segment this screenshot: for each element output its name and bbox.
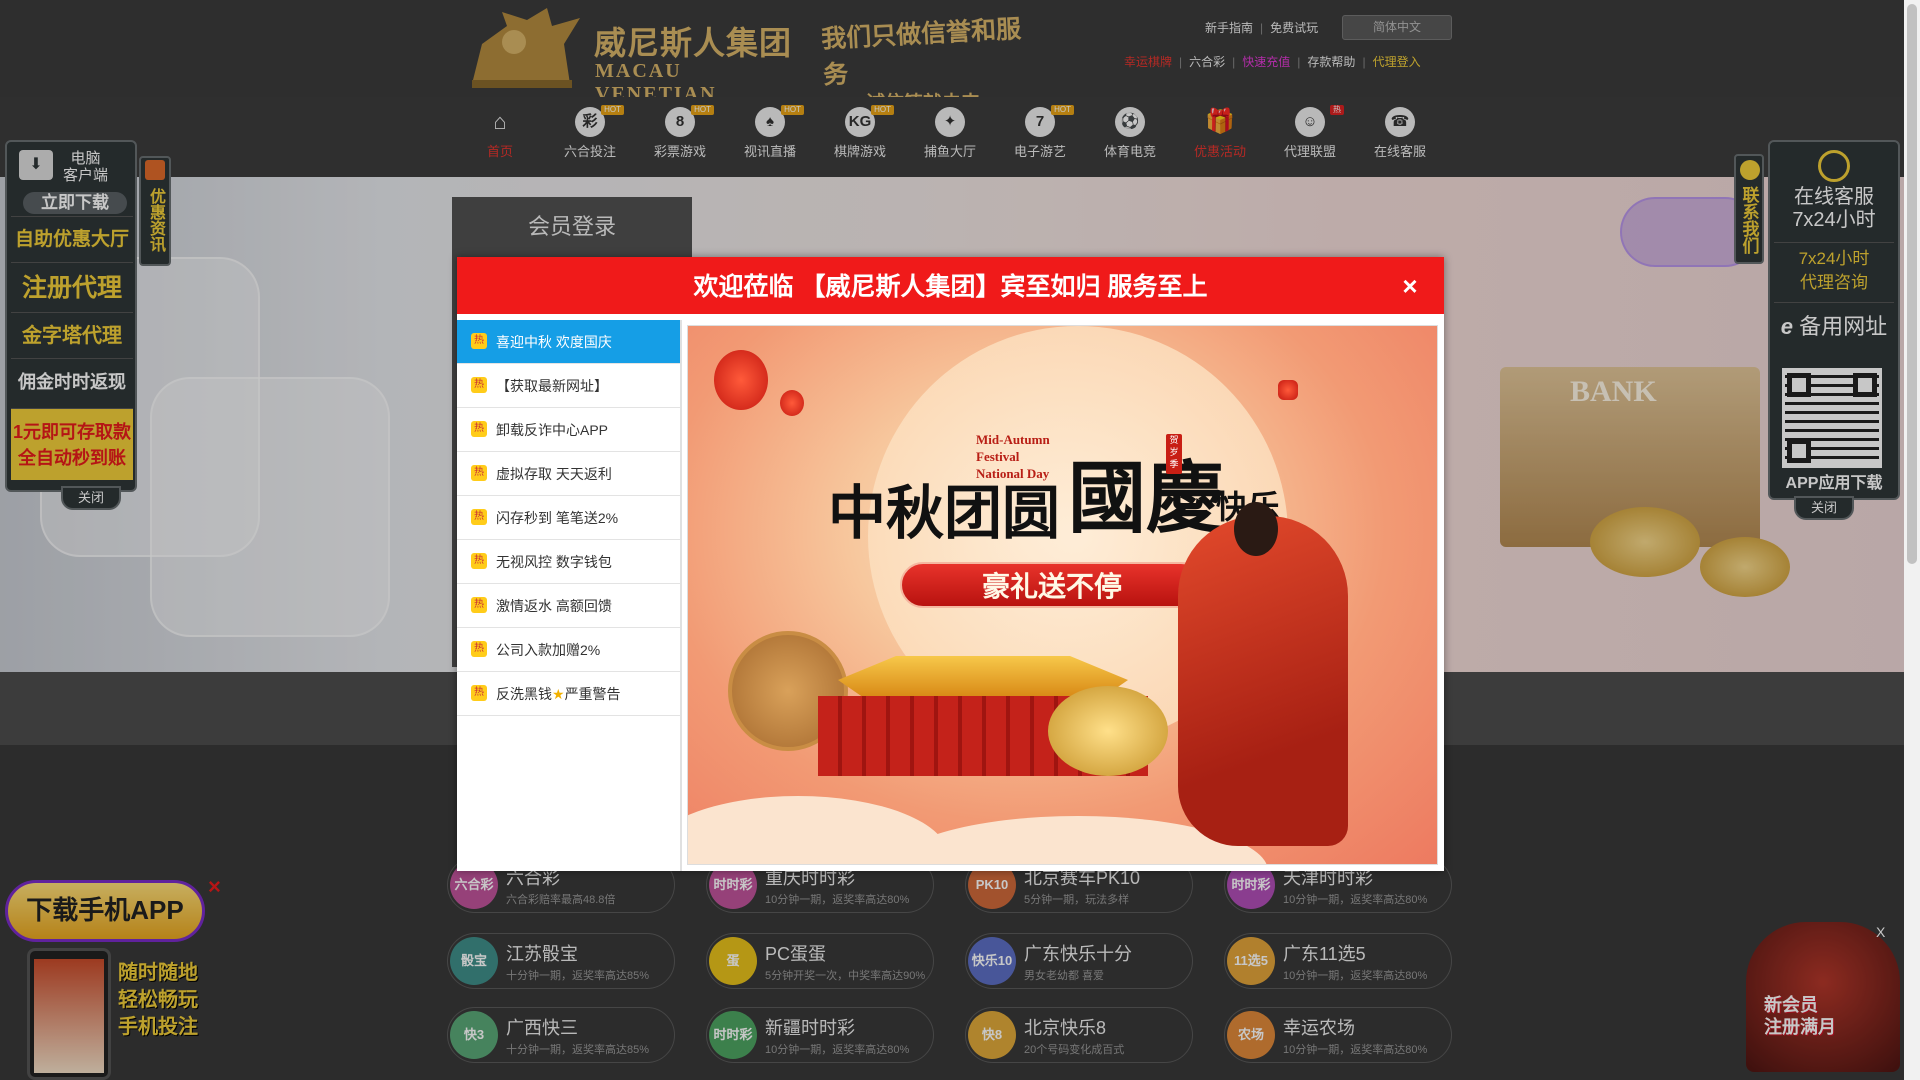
modal-header: 欢迎莅临 【威尼斯人集团】宾至如归 服务至上 × [457,257,1444,317]
announcement-label: 虚拟存取 天天返利 [496,466,612,482]
gold-coins-decoration [1048,686,1168,776]
announcement-label: 卸载反诈中心APP [496,422,609,438]
chang-e-illustration [1178,502,1348,846]
poster-title-national-day: 國慶 [1068,453,1225,544]
announcement-menu: 热喜迎中秋 欢度国庆热【获取最新网址】热卸载反诈中心APP 热虚拟存取 天天返利热… [457,320,682,871]
hot-icon: 热 [471,377,487,393]
poster-title-reunion: 中秋团圆 [828,479,1061,547]
poster-seal: 贺岁季 [1166,434,1182,474]
announcement-item[interactable]: 热卸载反诈中心APP [457,408,680,452]
announcement-label: 反洗黑钱 [496,686,552,702]
announcement-item[interactable]: 热【获取最新网址】 [457,364,680,408]
announcement-item[interactable]: 热虚拟存取 天天返利 [457,452,680,496]
announcement-label: 激情返水 高额回馈 [496,598,612,614]
balloon-decoration [780,390,804,416]
page-scrollbar[interactable] [1904,0,1920,1080]
announcement-label: 【获取最新网址】 [496,378,608,394]
hot-icon: 热 [471,597,487,613]
announcement-item[interactable]: 热闪存秒到 笔笔送2% [457,496,680,540]
hot-icon: 热 [471,641,487,657]
hot-icon: 热 [471,553,487,569]
announcement-label: 公司入款加赠2% [496,642,601,658]
hot-icon: 热 [471,509,487,525]
modal-close-icon[interactable]: × [1398,273,1422,299]
modal-title: 欢迎莅临 【威尼斯人集团】宾至如归 服务至上 [693,273,1208,301]
announcement-item[interactable]: 热公司入款加赠2% [457,628,680,672]
announcement-item[interactable]: 热喜迎中秋 欢度国庆 [457,320,680,364]
hot-icon: 热 [471,685,487,701]
poster-en-line-2: Festival [976,449,1020,464]
scrollbar-thumb[interactable] [1907,4,1917,564]
poster-gift-button[interactable]: 豪礼送不停 [900,562,1204,608]
announcement-item[interactable]: 热激情返水 高额回馈 [457,584,680,628]
welcome-modal: 欢迎莅临 【威尼斯人集团】宾至如归 服务至上 × 热喜迎中秋 欢度国庆热【获取最… [457,257,1444,871]
chang-e-head [1234,502,1278,556]
poster-en-line-1: Mid-Autumn [976,432,1050,447]
announcement-item[interactable]: 热反洗黑钱★严重警告 [457,672,680,716]
balloon-decoration [714,350,768,410]
hot-icon: 热 [471,421,487,437]
announcement-item[interactable]: 热无视风控 数字钱包 [457,540,680,584]
hot-icon: 热 [471,465,487,481]
announcement-label: 喜迎中秋 欢度国庆 [496,334,612,350]
announcement-label: 无视风控 数字钱包 [496,554,612,570]
announcement-label: 严重警告 [564,686,621,702]
mid-autumn-poster: Mid-Autumn Festival National Day 中秋团圆 國慶… [687,325,1438,865]
hot-icon: 热 [471,333,487,349]
announcement-label: 闪存秒到 笔笔送2% [496,510,619,526]
lantern-decoration [1278,380,1298,400]
star-icon: ★ [552,686,565,702]
